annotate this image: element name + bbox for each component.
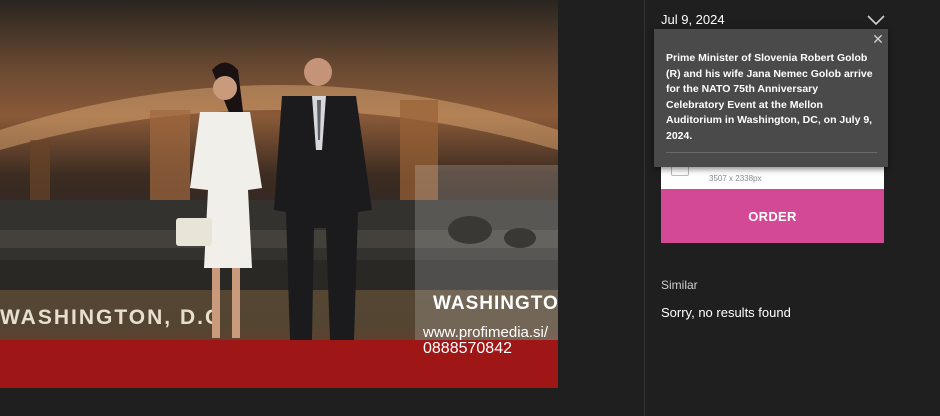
backdrop-text: WASHINGTON, D.C [0,306,222,329]
license-dimensions: 3507 x 2338px [709,174,762,183]
close-icon[interactable]: ✕ [872,32,884,46]
similar-heading: Similar [661,278,698,292]
backdrop-text-right: WASHINGTO [433,293,558,314]
tooltip-divider [666,152,877,153]
similar-empty-message: Sorry, no results found [661,305,791,320]
watermark-url: www.profimedia.si/ [423,324,549,341]
chevron-down-icon[interactable] [867,14,885,26]
caption-tooltip: ✕ Prime Minister of Slovenia Robert Golo… [654,29,888,167]
watermark-phone: 0888570842 [423,340,512,357]
caption-text: Prime Minister of Slovenia Robert Golob … [666,52,873,142]
order-button[interactable]: ORDER [661,189,884,243]
photo-pane: WASHINGTON, D.C WASHINGTO www.profimedia… [0,0,644,416]
photo[interactable]: WASHINGTON, D.C WASHINGTO www.profimedia… [0,0,558,388]
photo-date: Jul 9, 2024 [661,12,725,27]
